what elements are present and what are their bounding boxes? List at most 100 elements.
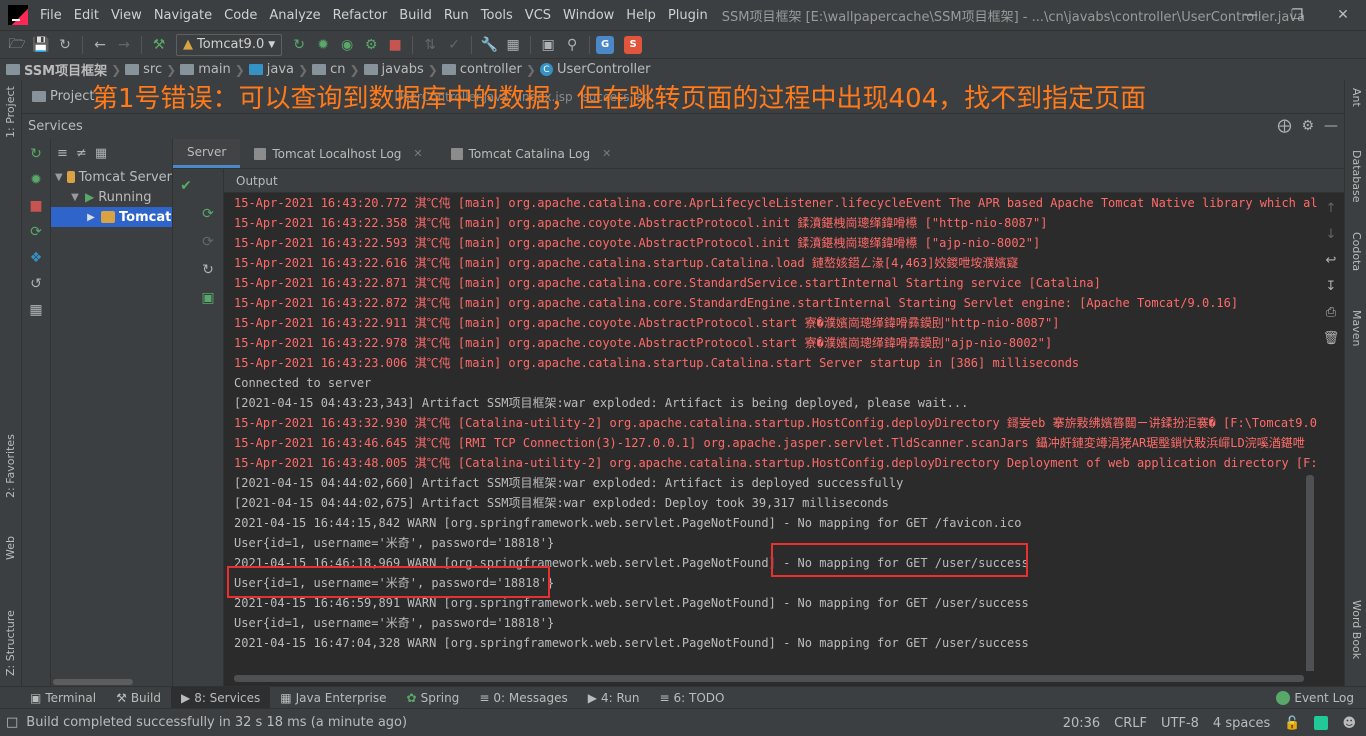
artifact-icon[interactable]: ❖ — [25, 247, 47, 269]
tab-todo[interactable]: ≡ 6: TODO — [649, 687, 734, 709]
refresh-icon[interactable]: ↻ — [25, 143, 47, 165]
stop-icon[interactable]: ■ — [384, 34, 406, 56]
breadcrumb-src[interactable]: src — [125, 62, 162, 77]
tab-terminal[interactable]: ▣ Terminal — [20, 687, 106, 709]
database-tool-tab[interactable]: Database — [1350, 150, 1363, 203]
menu-plugin[interactable]: Plugin — [662, 8, 714, 23]
trash-icon[interactable]: 🗑 — [1320, 327, 1342, 349]
codota-icon[interactable] — [1314, 716, 1329, 730]
print-icon[interactable]: ⎙ — [1320, 301, 1342, 323]
tab-java-enterprise[interactable]: ▦ Java Enterprise — [270, 687, 396, 709]
tab-messages[interactable]: ≡ 0: Messages — [469, 687, 577, 709]
run-config-select[interactable]: ▲ Tomcat9.0 ▼ — [176, 33, 283, 56]
minimize-icon[interactable]: — — [1228, 0, 1274, 30]
menu-tools[interactable]: Tools — [475, 8, 519, 23]
rerun-icon[interactable]: ↻ — [288, 34, 310, 56]
translate-s-icon[interactable]: S — [624, 35, 643, 54]
globe-icon[interactable]: ⨁ — [1277, 118, 1291, 134]
refresh-icon[interactable]: ↻ — [197, 259, 219, 281]
breadcrumb-main[interactable]: main — [180, 62, 231, 77]
tab-event-log[interactable]: Event Log — [1276, 687, 1354, 709]
web-tool-tab[interactable]: Web — [4, 536, 17, 560]
wrench-icon[interactable]: 🔧 — [478, 34, 500, 56]
file-encoding[interactable]: UTF-8 — [1161, 716, 1199, 731]
save-icon[interactable]: 💾 — [30, 34, 52, 56]
debug-icon[interactable]: ✹ — [25, 169, 47, 191]
expand-all-icon[interactable]: ≡ — [57, 146, 68, 161]
menu-analyze[interactable]: Analyze — [263, 8, 326, 23]
coverage-icon[interactable]: ◉ — [336, 34, 358, 56]
tab-spring[interactable]: ✿ Spring — [397, 687, 470, 709]
deploy-icon[interactable]: ⟳ — [25, 221, 47, 243]
chevron-right-icon[interactable]: ▶ — [85, 212, 97, 223]
group-icon[interactable]: ▦ — [95, 146, 107, 161]
menu-code[interactable]: Code — [218, 8, 263, 23]
menu-navigate[interactable]: Navigate — [148, 8, 218, 23]
tree-horizontal-scrollbar[interactable] — [51, 678, 172, 686]
stop-icon[interactable]: ■ — [25, 195, 47, 217]
menu-run[interactable]: Run — [438, 8, 475, 23]
word-book-tool-tab[interactable]: Word Book — [1350, 600, 1363, 659]
line-separator[interactable]: CRLF — [1114, 716, 1147, 731]
close-icon[interactable]: ✕ — [413, 147, 422, 160]
tab-server[interactable]: Server — [173, 139, 241, 168]
forward-icon[interactable]: → — [113, 34, 135, 56]
console-horizontal-scrollbar[interactable] — [224, 671, 1318, 686]
status-message[interactable]: Build completed successfully in 32 s 18 … — [26, 715, 407, 730]
translate-g-icon[interactable]: G — [596, 35, 615, 54]
lock-icon[interactable]: 🔓 — [1284, 716, 1300, 731]
build-hammer-icon[interactable]: ⚒ — [148, 34, 170, 56]
tab-build[interactable]: ⚒ Build — [106, 687, 171, 709]
ant-tool-tab[interactable]: Ant — [1350, 88, 1363, 107]
layout-icon[interactable]: ▦ — [25, 299, 47, 321]
vcs-commit-icon[interactable]: ✓ — [443, 34, 465, 56]
project-tool-tab[interactable]: 1: Project — [4, 86, 17, 138]
indent-setting[interactable]: 4 spaces — [1213, 716, 1270, 731]
menu-build[interactable]: Build — [393, 8, 438, 23]
menu-edit[interactable]: Edit — [68, 8, 105, 23]
breadcrumb-javabs[interactable]: javabs — [363, 62, 424, 77]
breadcrumb-usercontroller[interactable]: C UserController — [539, 62, 651, 77]
close-icon[interactable]: ✕ — [1320, 0, 1366, 30]
chevron-down-icon[interactable]: ▼ — [55, 172, 63, 183]
menu-file[interactable]: File — [34, 8, 68, 23]
restore-icon[interactable]: ❐ — [1274, 0, 1320, 30]
menu-view[interactable]: View — [105, 8, 148, 23]
tab-tomcat-localhost-log[interactable]: Tomcat Localhost Log ✕ — [240, 139, 436, 168]
deploy-all-icon[interactable]: ⟳ — [197, 203, 219, 225]
scrollbar-thumb[interactable] — [53, 679, 133, 685]
inspector-icon[interactable]: ☻ — [1342, 716, 1356, 731]
maven-tool-tab[interactable]: Maven — [1350, 310, 1363, 346]
tab-tomcat-catalina-log[interactable]: Tomcat Catalina Log ✕ — [437, 139, 626, 168]
project-view-button[interactable]: Project — [22, 89, 94, 104]
breadcrumb-java[interactable]: java — [248, 62, 294, 77]
undeploy-icon[interactable]: ⟳ — [197, 231, 219, 253]
console-output[interactable]: 15-Apr-2021 16:43:20.772 淇℃伅 [main] org.… — [224, 193, 1318, 671]
close-icon[interactable]: ✕ — [602, 147, 611, 160]
favorites-tool-tab[interactable]: 2: Favorites — [4, 434, 17, 498]
profile-icon[interactable]: ⚙ — [360, 34, 382, 56]
menu-vcs[interactable]: VCS — [519, 8, 557, 23]
vcs-update-icon[interactable]: ⇅ — [419, 34, 441, 56]
arrow-down-icon[interactable]: ↓ — [1320, 223, 1342, 245]
tab-services[interactable]: ▶ 8: Services — [170, 686, 271, 709]
breadcrumb-project[interactable]: SSM项目框架 — [6, 60, 107, 79]
soft-wrap-icon[interactable]: ↩ — [1320, 249, 1342, 271]
chevron-down-icon[interactable]: ▼ — [69, 192, 81, 203]
tab-run[interactable]: ▶ 4: Run — [578, 687, 650, 709]
debug-icon[interactable]: ✹ — [312, 34, 334, 56]
check-icon[interactable]: ✔ — [175, 175, 197, 197]
tree-node-running[interactable]: ▼ ▶ Running — [51, 187, 172, 207]
gear-icon[interactable]: ⚙ — [1301, 118, 1314, 134]
structure-tool-tab[interactable]: Z: Structure — [4, 610, 17, 676]
terminal-window-icon[interactable]: ▣ — [537, 34, 559, 56]
tree-node-tomcat-server[interactable]: ▼ Tomcat Server — [51, 167, 172, 187]
browser-icon[interactable]: ▣ — [197, 287, 219, 309]
scroll-to-end-icon[interactable]: ↧ — [1320, 275, 1342, 297]
menu-help[interactable]: Help — [620, 8, 662, 23]
breadcrumb-cn[interactable]: cn — [312, 62, 345, 77]
arrow-up-icon[interactable]: ↑ — [1320, 197, 1342, 219]
codota-tool-tab[interactable]: Codota — [1350, 232, 1363, 271]
search-icon[interactable]: ⚲ — [561, 34, 583, 56]
menu-refactor[interactable]: Refactor — [327, 8, 394, 23]
